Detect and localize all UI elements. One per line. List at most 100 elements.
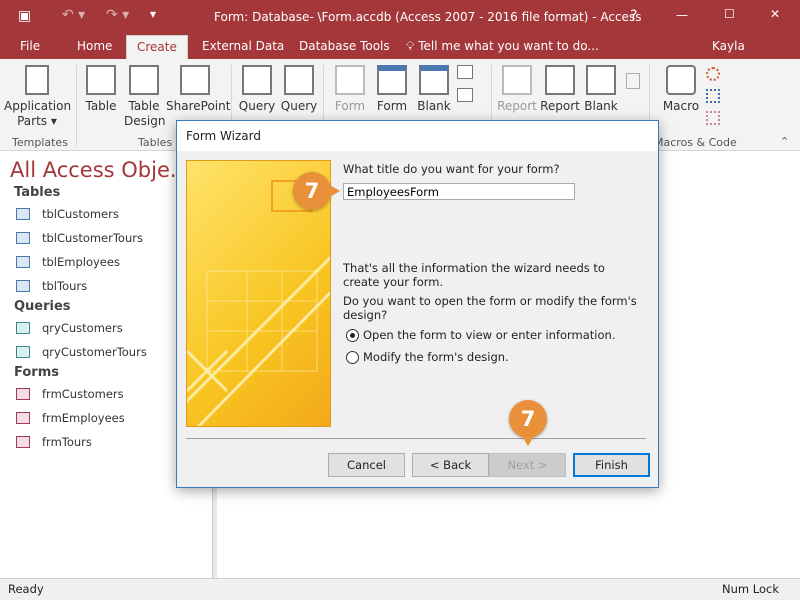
- tab-database-tools[interactable]: Database Tools: [289, 35, 400, 59]
- query-icon: [16, 322, 30, 334]
- report-icon: [502, 65, 532, 95]
- modify-design-label[interactable]: Modify the form's design.: [363, 350, 509, 364]
- nav-item[interactable]: frmEmployees: [16, 409, 125, 427]
- callout-pointer: [522, 436, 534, 446]
- num-lock-indicator: Num Lock: [722, 582, 779, 596]
- form-icon: [16, 436, 30, 448]
- query-icon: [16, 346, 30, 358]
- label: Report: [497, 99, 537, 113]
- nav-pane-title[interactable]: All Access Obje...: [10, 158, 190, 182]
- table-button[interactable]: Table: [82, 59, 120, 114]
- macro-icon: [666, 65, 696, 95]
- close-button[interactable]: ✕: [770, 7, 780, 21]
- title-question: What title do you want for your form?: [343, 162, 560, 176]
- label: Query: [280, 99, 318, 113]
- visual-basic-icon[interactable]: [706, 111, 720, 125]
- label: Table: [128, 99, 160, 113]
- table-design-button[interactable]: Table Design: [124, 59, 166, 129]
- tab-home[interactable]: Home: [67, 35, 122, 59]
- blank-form-icon: [419, 65, 449, 95]
- blank-report-button[interactable]: Blank: [582, 59, 620, 114]
- nav-item[interactable]: frmTours: [16, 433, 92, 451]
- nav-item[interactable]: tblCustomerTours: [16, 229, 143, 247]
- form-icon: [16, 412, 30, 424]
- maximize-button[interactable]: ☐: [724, 7, 735, 21]
- callout-pointer: [328, 184, 340, 198]
- tab-create[interactable]: Create: [126, 35, 188, 59]
- form-design-button[interactable]: Form: [372, 59, 412, 114]
- lightbulb-icon: 💡︎: [406, 39, 419, 53]
- table-design-icon: [129, 65, 159, 95]
- label: Form: [334, 99, 366, 113]
- open-form-label[interactable]: Open the form to view or enter informati…: [363, 328, 615, 342]
- sharepoint-lists-button[interactable]: SharePoint: [166, 59, 231, 114]
- macro-button[interactable]: Macro: [658, 59, 704, 114]
- query-wizard-button[interactable]: Query: [236, 59, 278, 114]
- form-title-input[interactable]: [343, 183, 575, 200]
- class-module-icon[interactable]: [706, 89, 720, 103]
- query-design-button[interactable]: Query: [278, 59, 320, 114]
- nav-section-queries[interactable]: Queries: [14, 299, 71, 314]
- query-wizard-icon: [242, 65, 272, 95]
- sharepoint-icon: [180, 65, 210, 95]
- table-icon: [16, 208, 30, 220]
- form-wizard-icon[interactable]: [457, 65, 473, 79]
- query-design-icon: [284, 65, 314, 95]
- group-label-tables: Tables: [138, 136, 173, 149]
- report-design-button[interactable]: Report: [540, 59, 580, 114]
- title-bar: ▣ ↶ ▾ ↷ ▾ ▾ Form: Database- \Form.accdb …: [0, 0, 800, 35]
- nav-item[interactable]: qryCustomerTours: [16, 343, 147, 361]
- step-callout-badge: 7: [509, 400, 547, 438]
- user-name[interactable]: Kayla Claypool: [702, 35, 800, 75]
- nav-item[interactable]: qryCustomers: [16, 319, 123, 337]
- nav-item[interactable]: tblTours: [16, 277, 87, 295]
- label: Design: [124, 114, 166, 128]
- form-button[interactable]: Form: [330, 59, 370, 114]
- divider: [76, 65, 77, 147]
- tell-me-search[interactable]: 💡︎ Tell me what you want to do...: [396, 35, 609, 59]
- table-icon: [16, 280, 30, 292]
- undo-icon[interactable]: ↶ ▾: [62, 7, 85, 23]
- application-parts-icon: [25, 65, 49, 95]
- collapse-ribbon-icon[interactable]: ⌃: [780, 135, 789, 148]
- info-text: That's all the information the wizard ne…: [343, 261, 605, 289]
- navigation-icon[interactable]: [457, 88, 473, 102]
- nav-item[interactable]: tblEmployees: [16, 253, 120, 271]
- tab-external-data[interactable]: External Data: [192, 35, 294, 59]
- table-icon: [86, 65, 116, 95]
- label: Form: [376, 99, 408, 113]
- open-form-radio[interactable]: [346, 329, 359, 342]
- application-parts-button[interactable]: Application Parts ▾: [4, 59, 72, 129]
- tab-file[interactable]: File: [10, 35, 50, 59]
- step-callout-badge: 7: [293, 172, 331, 210]
- ribbon-tabs: File Home Create External Data Database …: [0, 35, 800, 75]
- customize-qat-icon[interactable]: ▾: [150, 7, 156, 21]
- status-bar: Ready Num Lock: [0, 578, 800, 600]
- tell-me-text: Tell me what you want to do...: [418, 39, 599, 53]
- module-icon[interactable]: [706, 67, 720, 81]
- nav-section-tables[interactable]: Tables: [14, 185, 60, 200]
- finish-button[interactable]: Finish: [573, 453, 650, 477]
- label: Table: [85, 99, 117, 113]
- status-text: Ready: [8, 582, 44, 596]
- back-button[interactable]: < Back: [412, 453, 489, 477]
- minimize-button[interactable]: —: [676, 8, 688, 22]
- group-label-macros: Macros & Code: [654, 136, 737, 149]
- modify-design-radio[interactable]: [346, 351, 359, 364]
- window-title: Form: Database- \Form.accdb (Access 2007…: [214, 10, 642, 24]
- report-wizard-icon[interactable]: [626, 73, 640, 89]
- report-button[interactable]: Report: [496, 59, 538, 114]
- nav-item[interactable]: frmCustomers: [16, 385, 124, 403]
- label: Blank: [584, 99, 618, 113]
- nav-item[interactable]: tblCustomers: [16, 205, 119, 223]
- label: Report: [540, 99, 580, 113]
- redo-icon[interactable]: ↷ ▾: [106, 7, 129, 23]
- nav-section-forms[interactable]: Forms: [14, 365, 59, 380]
- table-icon: [16, 232, 30, 244]
- label: SharePoint: [166, 99, 231, 113]
- blank-form-button[interactable]: Blank: [414, 59, 454, 114]
- label: Application: [4, 99, 72, 113]
- save-icon[interactable]: ▣: [18, 8, 31, 24]
- help-button[interactable]: ?: [630, 8, 637, 24]
- cancel-button[interactable]: Cancel: [328, 453, 405, 477]
